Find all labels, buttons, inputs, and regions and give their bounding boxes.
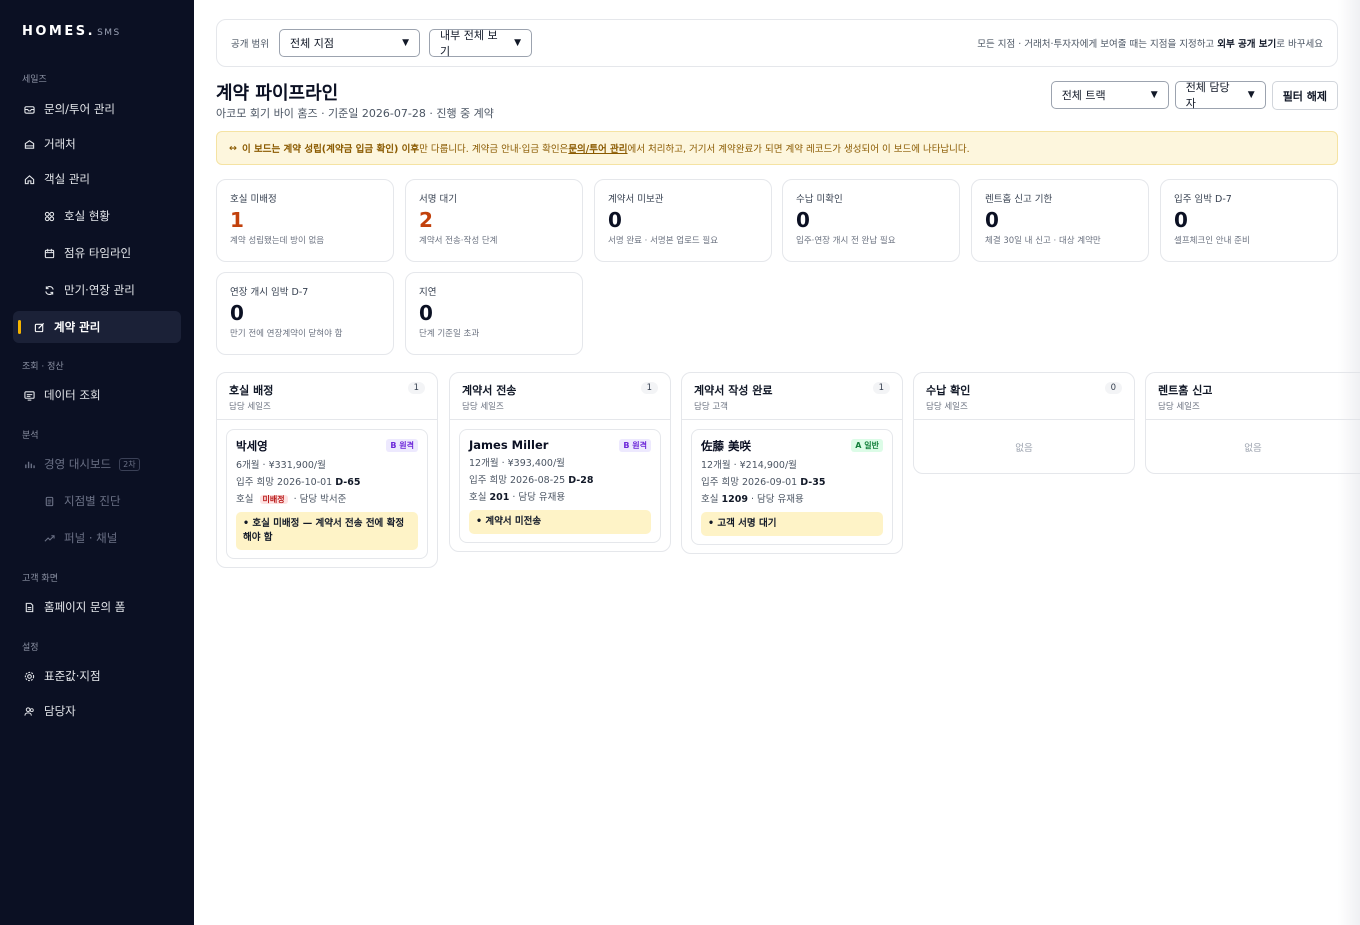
section-settings: 설정 xyxy=(22,643,39,653)
count-badge: 1 xyxy=(640,382,658,394)
column-contract-send: 계약서 전송 담당 세일즈 1 James Miller B 원격 12개월 · ¥… xyxy=(449,372,671,552)
sidebar-item-web-form[interactable]: 홈페이지 문의 폼 xyxy=(13,591,181,623)
inquiry-link[interactable]: 문의/투어 관리 xyxy=(568,141,627,155)
chevron-down-icon: ▼ xyxy=(1150,90,1158,100)
count-badge: 1 xyxy=(872,382,890,394)
refresh-icon xyxy=(43,284,55,296)
grid-icon xyxy=(43,210,55,222)
calendar-icon xyxy=(43,247,55,259)
filter-bar: 전체 트랙 ▼ 전체 담당자 ▼ 필터 해제 xyxy=(1050,81,1338,110)
stat-renthome-deadline[interactable]: 렌트홈 신고 기한 0 체결 30일 내 신고 · 대상 계약만 xyxy=(971,179,1149,262)
sidebar-item-rooms[interactable]: 객실 관리 xyxy=(13,163,181,195)
chevron-down-icon: ▼ xyxy=(1247,90,1255,100)
sidebar-item-dashboard[interactable]: 경영 대시보드 2차 xyxy=(13,448,181,480)
view-select[interactable]: 내부 전체 보기 ▼ xyxy=(428,29,532,58)
gear-icon xyxy=(23,670,35,682)
bar-chart-icon xyxy=(23,458,35,470)
stat-signature-waiting[interactable]: 서명 대기 2 계약서 전송·작성 단계 xyxy=(405,179,583,262)
sidebar-item-managers[interactable]: 담당자 xyxy=(13,695,181,727)
scope-bar: 공개 범위 전체 지점 ▼ 내부 전체 보기 ▼ 모든 지점 · 거래처·투자자에게… xyxy=(216,19,1338,67)
chevron-down-icon: ▼ xyxy=(514,38,521,48)
card-alert: • 호실 미배정 — 계약서 전송 전에 확정해야 함 xyxy=(236,512,418,550)
contract-card[interactable]: James Miller B 원격 12개월 · ¥393,400/월 입주 희… xyxy=(459,429,661,543)
contract-card[interactable]: 박세영 B 원격 6개월 · ¥331,900/월 입주 희망 2026-10-… xyxy=(226,429,428,559)
section-customer: 고객 화면 xyxy=(22,574,58,584)
count-badge: 0 xyxy=(1104,382,1122,394)
branch-select[interactable]: 전체 지점 ▼ xyxy=(278,29,420,57)
sidebar: HOMES. SMS 세일즈 문의/투어 관리 거래처 객실 관리 호실 현황 점… xyxy=(0,0,194,925)
stat-movein-d7[interactable]: 입주 임박 D-7 0 셀프체크인 안내 준비 xyxy=(1160,179,1338,262)
sidebar-item-inquiry[interactable]: 문의/투어 관리 xyxy=(13,93,181,125)
reset-filter-button[interactable]: 필터 해제 xyxy=(1271,81,1338,110)
database-icon xyxy=(23,389,35,401)
sidebar-item-standards[interactable]: 표준값·지점 xyxy=(13,660,181,692)
track-select[interactable]: 전체 트랙 ▼ xyxy=(1050,81,1169,109)
stat-contract-unarchived[interactable]: 계약서 미보관 0 서명 완료 · 서명본 업로드 필요 xyxy=(594,179,772,262)
file-icon xyxy=(23,601,35,613)
page-subtitle: 아코모 회기 바이 홈즈 · 기준일 2026-07-28 · 진행 중 계약 xyxy=(216,107,494,120)
home-icon xyxy=(23,173,35,185)
stat-renewal-d7[interactable]: 연장 개시 임박 D-7 0 만기 전에 연장계약이 닫혀야 함 xyxy=(216,272,394,355)
brand-logo[interactable]: HOMES. SMS xyxy=(22,24,121,39)
empty-state: 없음 xyxy=(1244,442,1262,454)
trend-icon xyxy=(43,532,55,544)
card-alert: • 고객 서명 대기 xyxy=(701,512,883,536)
document-icon xyxy=(43,495,55,507)
unassigned-badge: 미배정 xyxy=(259,495,288,504)
page-title: 계약 파이프라인 xyxy=(216,83,339,104)
column-payment-check: 수납 확인 담당 세일즈 0 없음 xyxy=(913,372,1135,474)
sidebar-item-data[interactable]: 데이터 조회 xyxy=(13,379,181,411)
sidebar-item-funnel[interactable]: 퍼널 · 채널 xyxy=(13,522,181,554)
phase-badge: 2차 xyxy=(119,457,140,471)
section-sales: 세일즈 xyxy=(22,75,47,85)
sidebar-item-renewal[interactable]: 만기·연장 관리 xyxy=(13,274,181,306)
owner-select[interactable]: 전체 담당자 ▼ xyxy=(1174,81,1266,110)
section-analysis: 분석 xyxy=(22,431,39,441)
sidebar-item-room-status[interactable]: 호실 현황 xyxy=(13,200,181,232)
scope-label: 공개 범위 xyxy=(231,39,269,50)
building-icon xyxy=(23,138,35,150)
users-icon xyxy=(23,705,35,717)
sidebar-item-diagnosis[interactable]: 지점별 진단 xyxy=(13,485,181,517)
type-badge: B 원격 xyxy=(619,439,651,452)
edit-icon xyxy=(33,321,45,333)
sidebar-item-timeline[interactable]: 점유 타임라인 xyxy=(13,237,181,269)
card-alert: • 계약서 미전송 xyxy=(469,510,651,534)
column-room-assignment: 호실 배정 담당 세일즈 1 박세영 B 원격 6개월 · ¥331,900/월 입… xyxy=(216,372,438,568)
swap-icon: ↔ xyxy=(229,142,237,154)
inbox-icon xyxy=(23,103,35,115)
scope-note: 모든 지점 · 거래처·투자자에게 보여줄 때는 지점을 지정하고 외부 공개 … xyxy=(977,39,1323,50)
chevron-down-icon: ▼ xyxy=(402,38,409,48)
section-lookup: 조회 · 정산 xyxy=(22,362,64,372)
type-badge: B 원격 xyxy=(386,439,418,452)
stat-payment-unconfirmed[interactable]: 수납 미확인 0 입주·연장 개시 전 완납 필요 xyxy=(782,179,960,262)
sidebar-item-partners[interactable]: 거래처 xyxy=(13,128,181,160)
count-badge: 1 xyxy=(407,382,425,394)
info-notice: ↔ 이 보드는 계약 성립(계약금 입금 확인) 이후 만 다룹니다. 계약금 안내… xyxy=(216,131,1338,165)
stat-unassigned-room[interactable]: 호실 미배정 1 계약 성립됐는데 방이 없음 xyxy=(216,179,394,262)
sidebar-item-contracts[interactable]: 계약 관리 xyxy=(13,311,181,343)
column-contract-written: 계약서 작성 완료 담당 고객 1 佐藤 美咲 A 일반 12개월 · ¥214,9… xyxy=(681,372,903,554)
contract-card[interactable]: 佐藤 美咲 A 일반 12개월 · ¥214,900/월 입주 희망 2026-… xyxy=(691,429,893,545)
type-badge: A 일반 xyxy=(851,439,883,452)
stat-delayed[interactable]: 지연 0 단계 기준일 초과 xyxy=(405,272,583,355)
empty-state: 없음 xyxy=(1015,442,1033,454)
column-renthome-report: 렌트홈 신고 담당 세일즈 없음 xyxy=(1145,372,1360,474)
